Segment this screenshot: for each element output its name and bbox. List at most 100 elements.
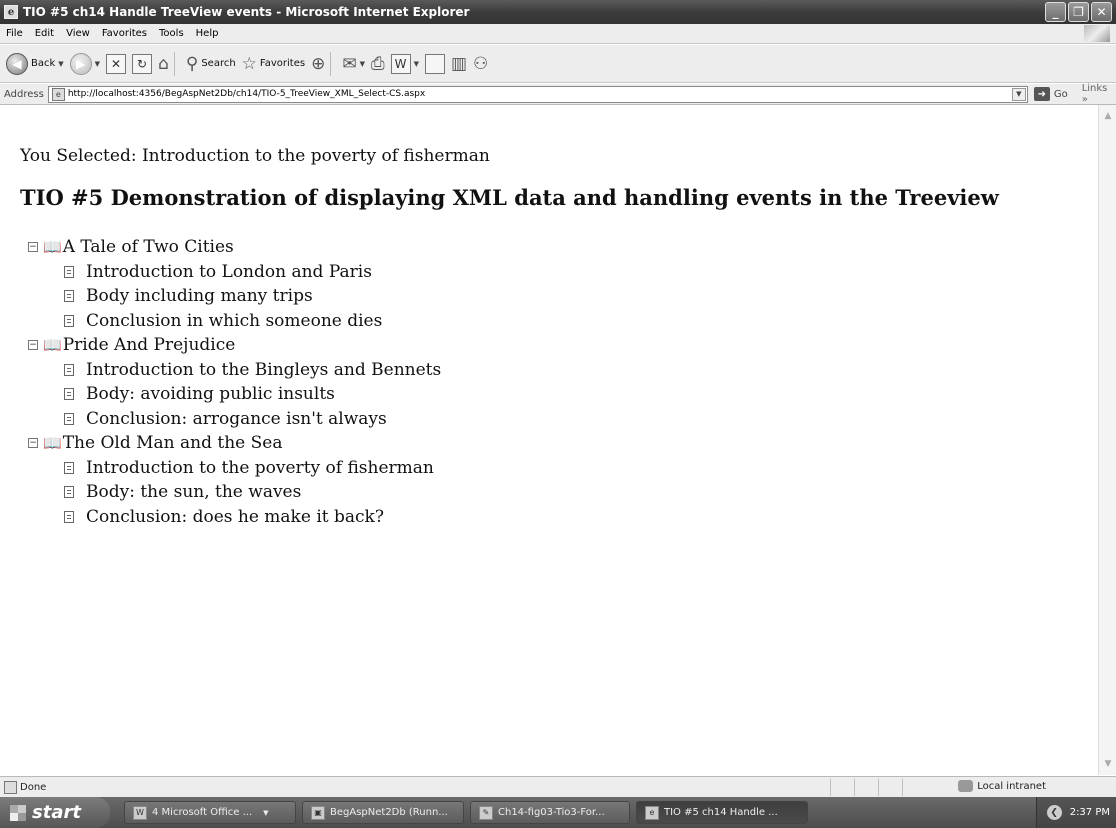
tree-node-book[interactable]: − 📖 The Old Man and the Sea <box>28 431 441 456</box>
chevron-down-icon[interactable]: ▼ <box>1011 87 1026 101</box>
tree-leaf[interactable]: Body: avoiding public insults <box>28 382 441 407</box>
favorites-button[interactable]: ☆ Favorites <box>242 54 305 74</box>
print-button[interactable]: ⎙ <box>371 54 385 74</box>
security-zone[interactable]: Local intranet <box>958 780 1046 792</box>
collapse-icon[interactable]: − <box>28 438 38 449</box>
address-input[interactable]: e http://localhost:4356/BegAspNet2Db/ch1… <box>47 85 1028 103</box>
menu-edit[interactable]: Edit <box>29 28 60 39</box>
tree-leaf[interactable]: Body including many trips <box>28 284 441 309</box>
tree-node-book[interactable]: − 📖 Pride And Prejudice <box>28 333 441 358</box>
book-title[interactable]: A Tale of Two Cities <box>63 235 234 260</box>
menu-favorites[interactable]: Favorites <box>96 28 153 39</box>
status-cell <box>830 779 854 796</box>
menu-bar: File Edit View Favorites Tools Help <box>0 24 1116 44</box>
close-icon[interactable]: ✕ <box>1091 2 1112 22</box>
chevron-down-icon: ▼ <box>58 59 64 68</box>
page-heading: TIO #5 Demonstration of displaying XML d… <box>20 185 999 210</box>
system-tray: ❮ 2:37 PM <box>1036 797 1116 828</box>
book-icon: 📖 <box>43 434 62 452</box>
page-icon: e <box>51 87 65 101</box>
leaf-label[interactable]: Body including many trips <box>86 284 313 309</box>
menu-view[interactable]: View <box>60 28 96 39</box>
tree-leaf[interactable]: Introduction to London and Paris <box>28 260 441 285</box>
home-icon: ⌂ <box>158 53 169 74</box>
search-label: Search <box>201 58 236 69</box>
menu-tools[interactable]: Tools <box>153 28 190 39</box>
taskbar-item-ch14-fig03[interactable]: ✎ Ch14-fig03-Tio3-For... <box>470 801 630 824</box>
chevron-down-icon: ▼ <box>413 59 419 68</box>
book-title[interactable]: The Old Man and the Sea <box>63 431 283 456</box>
address-bar: Address e http://localhost:4356/BegAspNe… <box>0 83 1116 105</box>
address-url[interactable]: http://localhost:4356/BegAspNet2Db/ch14/… <box>68 89 425 99</box>
address-label: Address <box>4 88 44 100</box>
discuss-icon <box>424 53 445 74</box>
links-button[interactable]: Links » <box>1082 83 1116 105</box>
stop-button[interactable]: ✕ <box>106 53 127 74</box>
tree-leaf[interactable]: Body: the sun, the waves <box>28 480 441 505</box>
windows-flag-icon <box>1084 25 1110 42</box>
leaf-label[interactable]: Introduction to the Bingleys and Bennets <box>86 358 441 383</box>
status-text: Done <box>20 781 47 793</box>
search-button[interactable]: ⚲ Search <box>186 54 236 74</box>
paint-icon: ✎ <box>479 805 493 820</box>
tree-leaf[interactable]: Conclusion in which someone dies <box>28 309 441 334</box>
home-button[interactable]: ⌂ <box>158 54 169 74</box>
discuss-button[interactable] <box>424 53 445 74</box>
document-icon <box>64 412 74 425</box>
toolbar-divider <box>330 51 332 76</box>
status-bar: Done Local intranet <box>0 776 1116 797</box>
taskbar-item-office[interactable]: W 4 Microsoft Office ... ▼ <box>124 801 296 824</box>
book-icon: 📖 <box>43 238 62 256</box>
intranet-icon <box>958 780 974 792</box>
tray-expand-icon[interactable]: ❮ <box>1046 805 1062 820</box>
leaf-label[interactable]: Conclusion: does he make it back? <box>86 505 384 530</box>
tree-leaf[interactable]: Conclusion: does he make it back? <box>28 505 441 530</box>
tree-node-book[interactable]: − 📖 A Tale of Two Cities <box>28 235 441 260</box>
task-label: BegAspNet2Db (Runn... <box>330 807 448 818</box>
status-cell <box>902 779 926 796</box>
book-title[interactable]: Pride And Prejudice <box>63 333 236 358</box>
go-button[interactable]: ➜ Go <box>1033 87 1068 101</box>
leaf-label[interactable]: Introduction to the poverty of fisherman <box>86 456 434 481</box>
taskbar-item-tio5[interactable]: e TIO #5 ch14 Handle ... <box>636 801 808 824</box>
menu-help[interactable]: Help <box>190 28 225 39</box>
tree-leaf[interactable]: Introduction to the poverty of fisherman <box>28 456 441 481</box>
refresh-button[interactable]: ↻ <box>132 53 153 74</box>
messenger-button[interactable]: ⚇ <box>473 54 488 74</box>
go-label: Go <box>1053 88 1068 100</box>
forward-arrow-icon: ▶ <box>69 52 92 75</box>
page-done-icon <box>4 780 17 794</box>
leaf-label[interactable]: Introduction to London and Paris <box>86 260 372 285</box>
research-button[interactable]: ▥ <box>451 54 467 74</box>
tree-leaf[interactable]: Conclusion: arrogance isn't always <box>28 407 441 432</box>
mail-button[interactable]: ✉ ▼ <box>342 54 365 74</box>
tree-leaf[interactable]: Introduction to the Bingleys and Bennets <box>28 358 441 383</box>
scroll-up-icon[interactable]: ▲ <box>1101 109 1115 123</box>
leaf-label[interactable]: Conclusion in which someone dies <box>86 309 382 334</box>
document-icon <box>64 363 74 376</box>
collapse-icon[interactable]: − <box>28 242 38 253</box>
status-cell <box>878 779 902 796</box>
document-icon <box>64 290 74 303</box>
back-button[interactable]: ◀ Back ▼ <box>6 52 64 75</box>
leaf-label[interactable]: Body: avoiding public insults <box>86 382 335 407</box>
history-button[interactable]: ⊕ <box>311 54 325 74</box>
task-label: TIO #5 ch14 Handle ... <box>664 807 778 818</box>
title-bar: e TIO #5 ch14 Handle TreeView events - M… <box>0 0 1116 24</box>
scroll-down-icon[interactable]: ▼ <box>1101 757 1115 771</box>
forward-button[interactable]: ▶ ▼ <box>69 52 100 75</box>
edit-button[interactable]: W ▼ <box>390 53 419 74</box>
clock: 2:37 PM <box>1069 807 1110 818</box>
start-button[interactable]: start <box>0 797 110 828</box>
leaf-label[interactable]: Body: the sun, the waves <box>86 480 301 505</box>
collapse-icon[interactable]: − <box>28 340 38 351</box>
restore-icon[interactable]: ❐ <box>1068 2 1089 22</box>
vertical-scrollbar[interactable]: ▲ ▼ <box>1098 105 1116 775</box>
menu-file[interactable]: File <box>0 28 29 39</box>
refresh-icon: ↻ <box>132 53 153 74</box>
taskbar-item-begaspnet[interactable]: ▣ BegAspNet2Db (Runn... <box>302 801 464 824</box>
chevron-down-icon: ▼ <box>263 808 269 817</box>
mail-icon: ✉ <box>342 53 357 74</box>
leaf-label[interactable]: Conclusion: arrogance isn't always <box>86 407 387 432</box>
minimize-icon[interactable]: _ <box>1045 2 1066 22</box>
